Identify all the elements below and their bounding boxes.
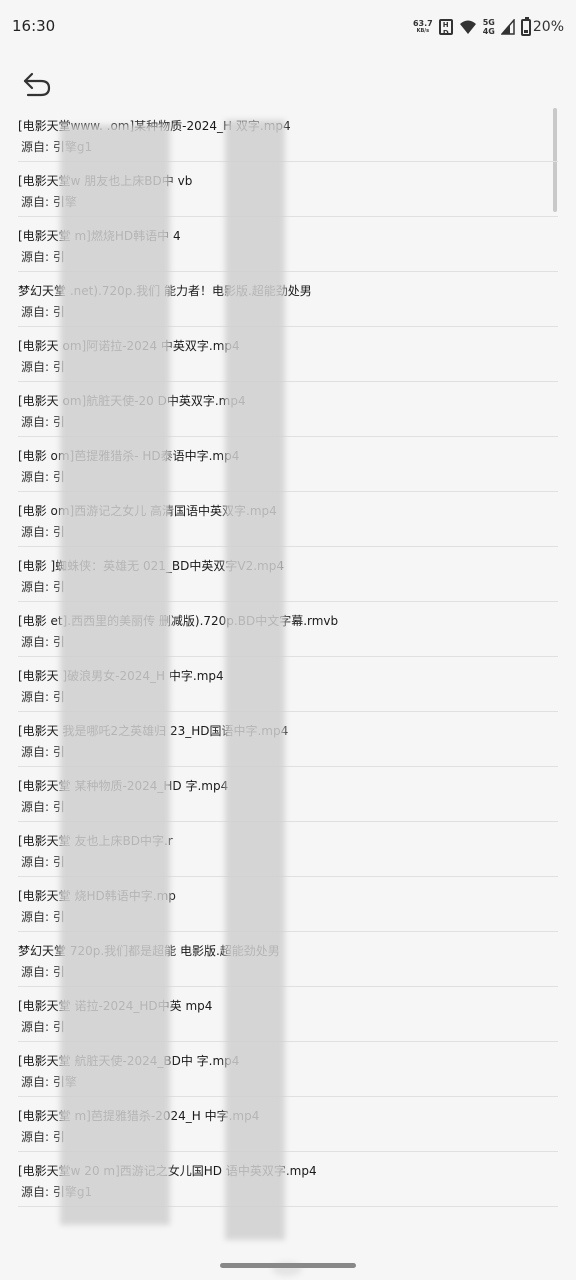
back-arrow-icon <box>23 72 51 97</box>
hd-label-top: H <box>442 21 449 29</box>
wifi-icon <box>459 20 476 34</box>
blurred-region <box>225 120 285 1240</box>
battery-icon <box>520 16 531 36</box>
status-bar: 16:30 63.7 KB/s H D 5G 4G 20% <box>0 0 576 56</box>
network-type-bottom: 4G <box>482 27 495 36</box>
hd-voice-icon: H D <box>438 19 453 37</box>
net-speed-value: 63.7 <box>412 19 433 28</box>
network-type-top: 5G <box>482 18 495 27</box>
hd-label-bottom: D <box>442 29 449 37</box>
status-icons: 63.7 KB/s H D 5G 4G 20% <box>413 15 564 39</box>
status-time: 16:30 <box>12 17 56 35</box>
net-speed-unit: KB/s <box>416 28 430 34</box>
signal-icon <box>500 19 515 35</box>
blurred-region <box>60 125 170 1225</box>
battery-indicator: 20% <box>520 16 564 36</box>
home-indicator[interactable] <box>220 1263 356 1268</box>
net-speed-indicator: 63.7 KB/s <box>412 19 433 35</box>
back-button[interactable] <box>20 70 54 100</box>
network-type: 5G 4G <box>483 18 495 36</box>
battery-percent: 20% <box>532 19 564 35</box>
